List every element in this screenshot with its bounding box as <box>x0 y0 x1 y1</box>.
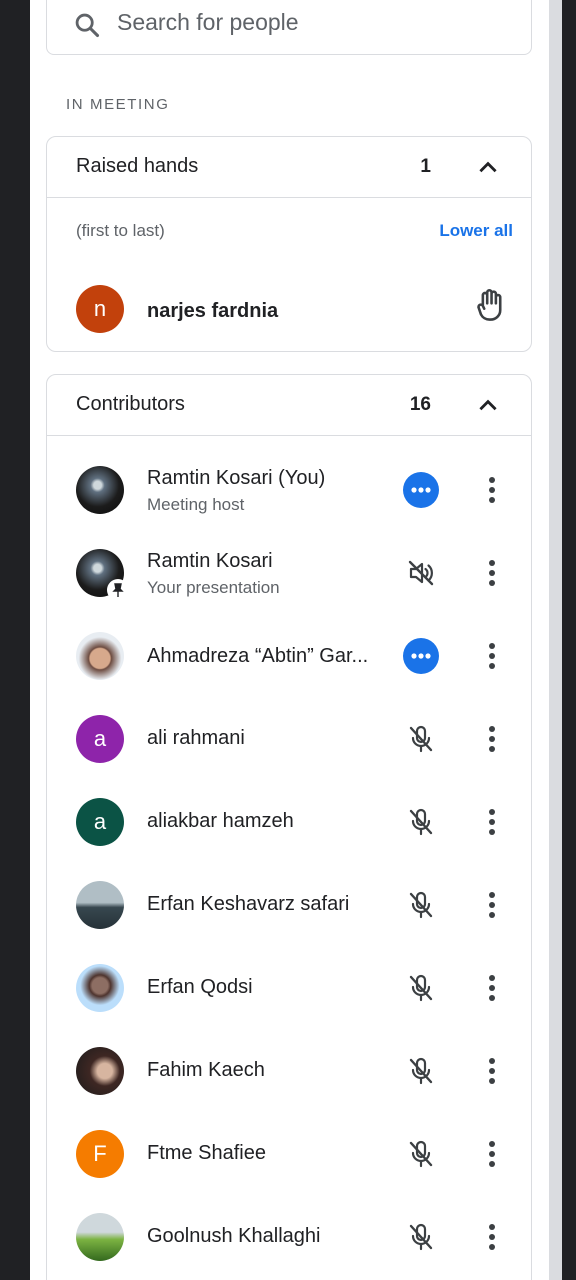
avatar: n <box>76 285 124 333</box>
participant-row[interactable]: Erfan Keshavarz safari <box>47 864 531 947</box>
search-input[interactable]: Search for people <box>117 9 299 36</box>
avatar <box>76 881 124 929</box>
audio-activity-icon <box>403 472 439 508</box>
more-options-icon[interactable] <box>483 1135 501 1173</box>
more-options-icon[interactable] <box>483 886 501 924</box>
chevron-up-icon[interactable] <box>475 393 501 419</box>
mic-off-icon[interactable] <box>402 720 440 758</box>
mic-off-icon[interactable] <box>402 969 440 1007</box>
more-options-icon[interactable] <box>483 969 501 1007</box>
avatar: F <box>76 1130 124 1178</box>
participant-row[interactable]: Erfan Qodsi <box>47 947 531 1030</box>
avatar <box>76 1047 124 1095</box>
contributors-card: Contributors 16 Ramtin Kosari (You) Meet… <box>46 374 532 1280</box>
avatar <box>76 466 124 514</box>
search-icon <box>75 13 100 38</box>
raised-hand-icon[interactable] <box>474 287 508 325</box>
participant-row[interactable]: Goolnush Khallaghi <box>47 1196 531 1279</box>
participant-row[interactable]: Ahmadreza “Abtin” Gar... <box>47 615 531 698</box>
participant-name: Ramtin Kosari (You) <box>147 467 326 489</box>
search-bar[interactable]: Search for people <box>46 0 532 55</box>
avatar: a <box>76 715 124 763</box>
mic-off-icon[interactable] <box>402 803 440 841</box>
avatar <box>76 1213 124 1261</box>
participant-subtitle: Meeting host <box>147 495 245 514</box>
more-options-icon[interactable] <box>483 803 501 841</box>
audio-activity-icon <box>403 638 439 674</box>
avatar: a <box>76 798 124 846</box>
participant-name: aliakbar hamzeh <box>147 810 294 832</box>
raised-hands-card: Raised hands 1 (first to last) Lower all… <box>46 136 532 352</box>
participant-name: Goolnush Khallaghi <box>147 1225 321 1247</box>
avatar <box>76 632 124 680</box>
participant-name: Fahim Kaech <box>147 1059 265 1081</box>
participant-name: Ramtin Kosari <box>147 550 273 572</box>
chevron-up-icon[interactable] <box>475 155 501 181</box>
participant-name: Erfan Qodsi <box>147 976 253 998</box>
section-label: IN MEETING <box>66 96 170 113</box>
participant-name: ali rahmani <box>147 727 245 749</box>
avatar <box>76 964 124 1012</box>
more-options-icon[interactable] <box>483 1052 501 1090</box>
participant-subtitle: Your presentation <box>147 578 280 597</box>
participant-row[interactable]: Ramtin Kosari (You) Meeting host <box>47 449 531 532</box>
lower-all-button[interactable]: Lower all <box>439 221 513 241</box>
more-options-icon[interactable] <box>483 637 501 675</box>
contributors-title: Contributors <box>76 393 185 415</box>
speaker-muted-icon[interactable] <box>402 554 440 592</box>
mic-off-icon[interactable] <box>402 1218 440 1256</box>
participant-row[interactable]: a ali rahmani <box>47 698 531 781</box>
participant-row[interactable]: F Ftme Shafiee <box>47 1113 531 1196</box>
mic-off-icon[interactable] <box>402 886 440 924</box>
people-panel: Search for people IN MEETING Raised hand… <box>30 0 549 1280</box>
participant-row[interactable]: Fahim Kaech <box>47 1030 531 1113</box>
participant-name: Ahmadreza “Abtin” Gar... <box>147 645 369 667</box>
participant-name: Erfan Keshavarz safari <box>147 893 350 915</box>
pin-icon <box>107 579 129 601</box>
scrollbar[interactable] <box>549 0 562 1280</box>
mic-off-icon[interactable] <box>402 1052 440 1090</box>
mic-off-icon[interactable] <box>402 1135 440 1173</box>
raised-hands-count: 1 <box>420 156 431 177</box>
participant-name: narjes fardnia <box>147 300 279 322</box>
more-options-icon[interactable] <box>483 554 501 592</box>
more-options-icon[interactable] <box>483 720 501 758</box>
contributors-header[interactable]: Contributors 16 <box>47 375 531 436</box>
participant-row[interactable]: a aliakbar hamzeh <box>47 781 531 864</box>
contributors-count: 16 <box>409 394 431 415</box>
participant-row[interactable]: Ramtin Kosari Your presentation <box>47 532 531 615</box>
raised-hands-header[interactable]: Raised hands 1 <box>47 137 531 198</box>
raised-hands-order-note: (first to last) <box>76 221 165 240</box>
more-options-icon[interactable] <box>483 1218 501 1256</box>
participant-name: Ftme Shafiee <box>147 1142 266 1164</box>
raised-hands-title: Raised hands <box>76 155 199 177</box>
more-options-icon[interactable] <box>483 471 501 509</box>
